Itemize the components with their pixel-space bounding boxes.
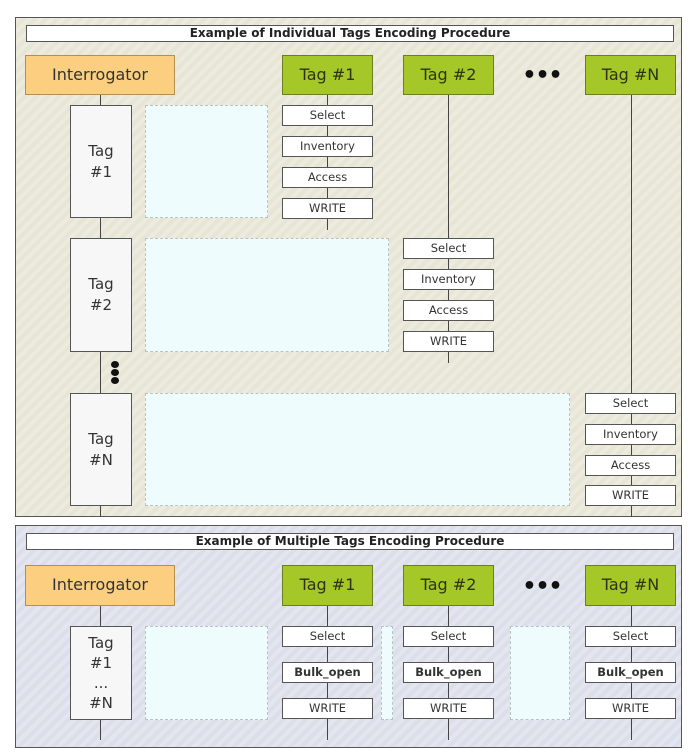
individual-panel-title: Example of Individual Tags Encoding Proc… [26, 25, 674, 42]
activation-label: ... [93, 674, 109, 692]
horizontal-ellipsis-icon: ••• [522, 63, 562, 88]
command-select: Select [282, 626, 373, 647]
command-inventory: Inventory [403, 269, 494, 290]
command-access: Access [403, 300, 494, 321]
command-bulk-open: Bulk_open [282, 662, 373, 683]
interrogator-lifeline [100, 720, 101, 740]
command-access: Access [585, 455, 676, 476]
multiple-panel-title: Example of Multiple Tags Encoding Proced… [26, 533, 674, 550]
activation-label: Tag [88, 275, 114, 293]
waiting-region [145, 393, 570, 506]
command-write: WRITE [403, 698, 494, 719]
command-select: Select [282, 105, 373, 126]
command-select: Select [585, 626, 676, 647]
command-write: WRITE [403, 331, 494, 352]
activation-tag1: Tag #1 [70, 105, 132, 218]
interrogator-lifeline [100, 606, 101, 626]
activation-label: #N [89, 694, 113, 712]
vertical-ellipsis-icon [111, 361, 119, 368]
activation-tagN: Tag #N [70, 393, 132, 506]
tag1-header: Tag #1 [282, 55, 373, 95]
command-inventory: Inventory [585, 424, 676, 445]
command-write: WRITE [585, 485, 676, 506]
waiting-region [145, 626, 268, 720]
command-bulk-open: Bulk_open [403, 662, 494, 683]
command-select: Select [403, 626, 494, 647]
activation-label: #N [89, 450, 113, 469]
activation-tag2: Tag #2 [70, 238, 132, 352]
activation-label: Tag [88, 634, 114, 652]
command-inventory: Inventory [282, 136, 373, 157]
interrogator-lifeline [100, 95, 101, 105]
tagN-lifeline [631, 95, 632, 517]
tag2-header: Tag #2 [403, 55, 494, 95]
command-select: Select [403, 238, 494, 259]
horizontal-ellipsis-icon: ••• [522, 574, 562, 599]
interrogator-lifeline [100, 218, 101, 238]
activation-label: #1 [89, 162, 113, 181]
activation-label: #1 [89, 654, 113, 672]
command-write: WRITE [282, 198, 373, 219]
interrogator-header: Interrogator [25, 565, 175, 606]
waiting-region [145, 238, 389, 352]
tagN-header: Tag #N [585, 55, 676, 95]
interrogator-lifeline [100, 506, 101, 517]
command-write: WRITE [585, 698, 676, 719]
waiting-region [381, 626, 393, 720]
tag2-header: Tag #2 [403, 565, 494, 606]
tagN-header: Tag #N [585, 565, 676, 606]
command-select: Select [585, 393, 676, 414]
tag1-header: Tag #1 [282, 565, 373, 606]
interrogator-lifeline [100, 352, 101, 393]
waiting-region [145, 105, 268, 218]
command-bulk-open: Bulk_open [585, 662, 676, 683]
activation-label: Tag [88, 141, 114, 160]
vertical-ellipsis-icon [111, 377, 119, 384]
activation-label: #2 [89, 296, 113, 314]
waiting-region [510, 626, 570, 720]
interrogator-header: Interrogator [25, 55, 175, 95]
vertical-ellipsis-icon [111, 369, 119, 376]
command-access: Access [282, 167, 373, 188]
activation-label: Tag [88, 429, 114, 448]
tag2-lifeline [448, 95, 449, 363]
command-write: WRITE [282, 698, 373, 719]
activation-all-tags: Tag #1 ... #N [70, 626, 132, 720]
